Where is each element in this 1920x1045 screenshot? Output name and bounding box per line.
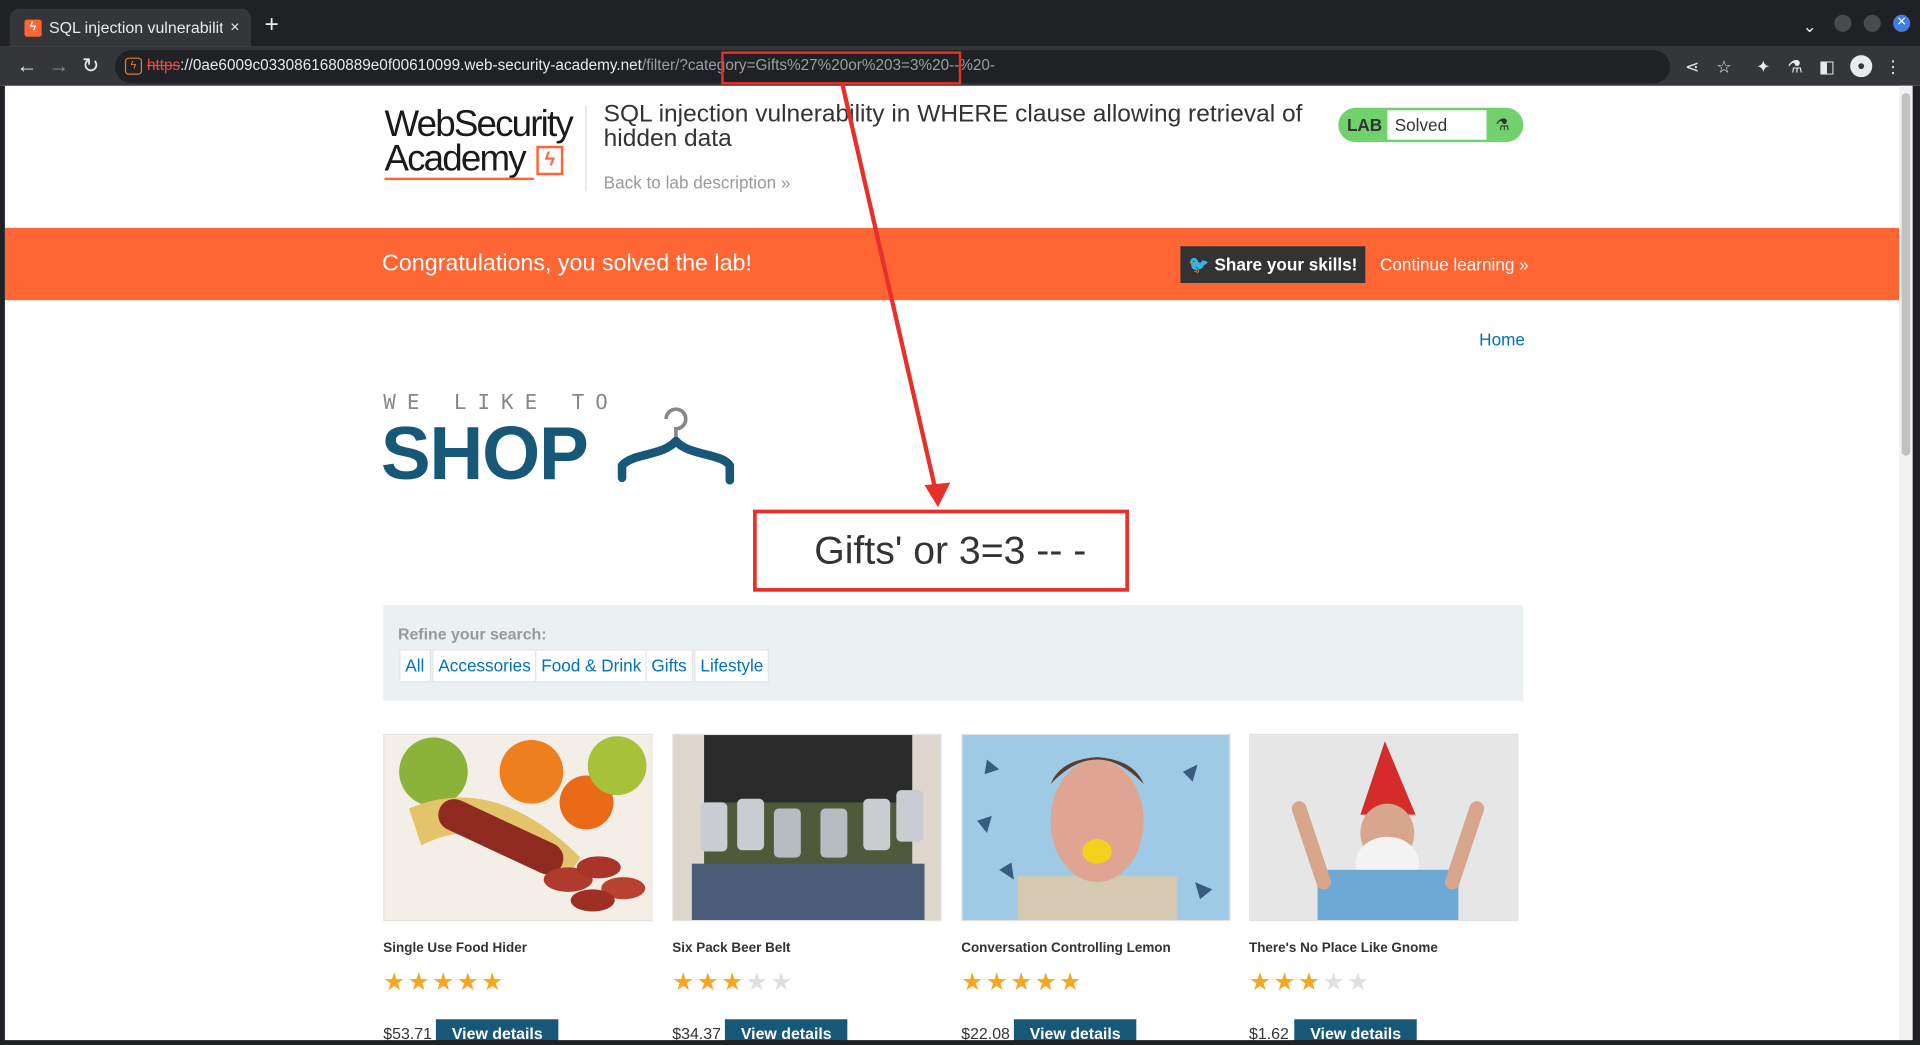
star-empty-icon: ★: [745, 969, 768, 996]
close-tab-icon[interactable]: ×: [230, 17, 239, 35]
star-empty-icon: ★: [1346, 969, 1369, 996]
url-scheme: https: [146, 56, 181, 74]
lab-title: SQL injection vulnerability in WHERE cla…: [603, 100, 1303, 152]
category-heading: Gifts' or 3=3 -- -: [814, 528, 1087, 573]
solved-banner: Congratulations, you solved the lab! 🐦 S…: [4, 227, 1900, 301]
page-scrollbar[interactable]: [1899, 85, 1913, 1041]
star-filled-icon: ★: [1010, 969, 1033, 996]
side-panel-icon[interactable]: ◧: [1816, 55, 1838, 77]
lab-badge-label: LAB: [1346, 115, 1383, 135]
minimize-window-icon[interactable]: [1834, 14, 1852, 32]
star-filled-icon: ★: [696, 969, 719, 996]
window-frame-right: [1912, 85, 1920, 1045]
menu-kebab-icon[interactable]: ⋮: [1882, 55, 1904, 77]
forward-icon[interactable]: →: [45, 53, 72, 80]
filter-panel: Refine your search: All Accessories Food…: [383, 605, 1524, 701]
back-to-lab-link[interactable]: Back to lab description »: [604, 173, 791, 193]
tab-title: SQL injection vulnerability: [48, 18, 223, 37]
rating-stars: ★ ★ ★ ★ ★: [672, 970, 794, 995]
browser-tab-bar: ϟ SQL injection vulnerability × + ⌄ ✕: [0, 0, 1920, 47]
star-filled-icon: ★: [672, 969, 695, 996]
food-image: [383, 733, 653, 922]
url-host: ://0ae6009c0330861680889e0f00610099.web-…: [180, 56, 642, 74]
filter-all[interactable]: All: [399, 649, 431, 683]
logo-underline: [384, 177, 534, 181]
gnome-image: [1248, 733, 1519, 922]
new-tab-icon[interactable]: +: [264, 12, 278, 37]
star-filled-icon: ★: [1248, 969, 1271, 996]
shop-name: SHOP: [380, 411, 589, 495]
star-empty-icon: ★: [1322, 969, 1345, 996]
filter-accessories[interactable]: Accessories: [432, 649, 537, 683]
star-filled-icon: ★: [456, 969, 479, 996]
tab-search-chevron-icon[interactable]: ⌄: [1802, 16, 1816, 37]
star-filled-icon: ★: [1273, 969, 1296, 996]
beer-belt-image: [672, 733, 942, 922]
double-chevron-right-icon: »: [780, 172, 791, 193]
star-filled-icon: ★: [721, 969, 744, 996]
bookmark-star-icon[interactable]: ☆: [1713, 55, 1735, 77]
browser-tab[interactable]: ϟ SQL injection vulnerability ×: [9, 8, 252, 47]
window-frame-bottom: [0, 1040, 1920, 1045]
logo-line-2: Academy: [384, 138, 526, 179]
lightning-bolt-icon: ϟ: [536, 145, 564, 176]
star-filled-icon: ★: [1297, 969, 1320, 996]
hanger-icon: [617, 407, 735, 485]
reload-icon[interactable]: ↻: [77, 53, 104, 80]
rating-stars: ★ ★ ★ ★ ★: [383, 970, 505, 995]
burp-extension-icon[interactable]: ⚗: [1784, 55, 1806, 77]
product-name: Conversation Controlling Lemon: [961, 940, 1171, 956]
product-name: Single Use Food Hider: [383, 940, 527, 956]
profile-avatar-icon[interactable]: ●: [1850, 55, 1873, 78]
filter-lifestyle[interactable]: Lifestyle: [694, 649, 770, 683]
continue-learning-link[interactable]: Continue learning »: [1380, 255, 1529, 275]
url-annotation-box: [721, 51, 962, 85]
scrollbar-thumb[interactable]: [1901, 93, 1911, 456]
filter-food-drink[interactable]: Food & Drink: [535, 649, 648, 683]
web-security-academy-logo[interactable]: WebSecurity Academy ϟ: [384, 104, 585, 182]
star-filled-icon: ★: [432, 969, 455, 996]
star-filled-icon: ★: [1034, 969, 1057, 996]
academy-favicon-icon: ϟ: [24, 19, 42, 37]
flask-icon: ⚗: [1495, 115, 1510, 134]
header-divider: [585, 105, 587, 192]
continue-label: Continue learning: [1380, 254, 1515, 275]
filter-label: Refine your search:: [397, 624, 547, 644]
rating-stars: ★ ★ ★ ★ ★: [1249, 970, 1371, 995]
product-name: Six Pack Beer Belt: [672, 940, 791, 956]
star-filled-icon: ★: [407, 969, 430, 996]
product-name: There's No Place Like Gnome: [1248, 940, 1438, 956]
lab-status-badge: LAB Solved ⚗: [1338, 107, 1524, 143]
congratulations-message: Congratulations, you solved the lab!: [382, 251, 752, 277]
star-filled-icon: ★: [481, 969, 504, 996]
twitter-icon: 🐦: [1188, 254, 1210, 275]
share-skills-button[interactable]: 🐦 Share your skills!: [1180, 246, 1366, 283]
share-icon[interactable]: ⋖: [1681, 55, 1703, 77]
filter-gifts[interactable]: Gifts: [645, 649, 693, 683]
star-empty-icon: ★: [770, 969, 793, 996]
extensions-icon[interactable]: ✦: [1752, 55, 1774, 77]
star-filled-icon: ★: [1059, 969, 1082, 996]
window-frame-left: [0, 85, 5, 1045]
site-info-icon[interactable]: ϟ: [124, 57, 143, 75]
rating-stars: ★ ★ ★ ★ ★: [961, 970, 1083, 995]
star-filled-icon: ★: [961, 969, 984, 996]
home-link[interactable]: Home: [1479, 330, 1525, 350]
double-chevron-right-icon: »: [1519, 254, 1529, 275]
star-filled-icon: ★: [985, 969, 1008, 996]
back-link-label: Back to lab description: [603, 172, 777, 193]
lab-badge-status: Solved: [1387, 110, 1487, 140]
maximize-window-icon[interactable]: [1863, 14, 1881, 32]
close-window-icon[interactable]: ✕: [1893, 14, 1911, 32]
lemon-image: [961, 733, 1231, 922]
star-filled-icon: ★: [383, 969, 406, 996]
back-icon[interactable]: ←: [13, 53, 40, 80]
share-label: Share your skills!: [1214, 254, 1358, 275]
